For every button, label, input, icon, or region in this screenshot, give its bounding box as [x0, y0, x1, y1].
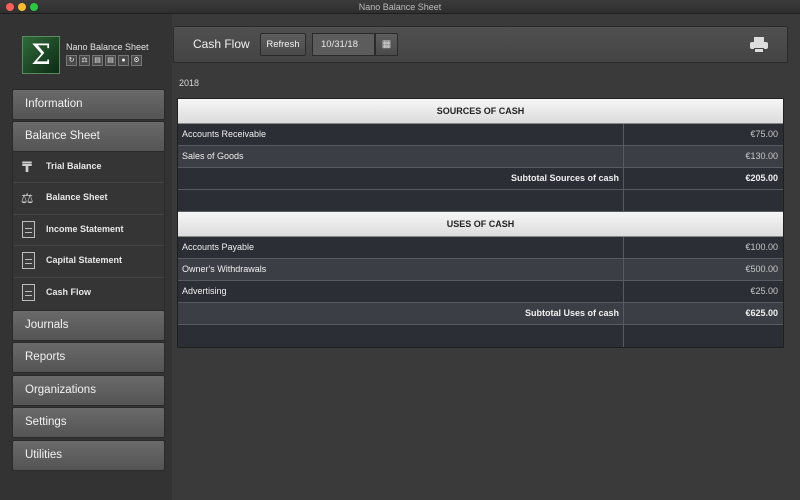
- table-row: Advertising €25.00: [178, 281, 783, 303]
- window-title: Nano Balance Sheet: [358, 2, 442, 12]
- document-icon: [22, 283, 35, 301]
- sub-item-label: Capital Statement: [46, 255, 123, 266]
- sigma-icon: Σ: [31, 38, 51, 71]
- zoom-window-button[interactable]: [30, 3, 38, 11]
- doc-icon[interactable]: ▤: [92, 55, 103, 66]
- row-amount: €500.00: [745, 264, 778, 274]
- nav-balance-sheet[interactable]: Balance Sheet: [12, 121, 165, 152]
- cash-flow-table: SOURCES OF CASH Accounts Receivable €75.…: [177, 98, 784, 348]
- nav-reports[interactable]: Reports: [12, 342, 165, 373]
- row-amount: €100.00: [745, 242, 778, 252]
- sub-item-label: Balance Sheet: [46, 192, 108, 203]
- subtotal-amount: €205.00: [745, 173, 778, 183]
- app-name: Nano Balance Sheet: [66, 42, 149, 52]
- date-field[interactable]: [312, 33, 375, 56]
- sub-item-label: Trial Balance: [46, 161, 102, 171]
- row-label: Advertising: [178, 281, 624, 302]
- nav-utilities[interactable]: Utilities: [12, 440, 165, 471]
- nav-settings[interactable]: Settings: [12, 407, 165, 438]
- report-year: 2018: [179, 78, 200, 88]
- subtotal-label: Subtotal Uses of cash: [178, 303, 624, 324]
- row-amount: €130.00: [745, 151, 778, 161]
- table-row: Sales of Goods €130.00: [178, 146, 783, 168]
- close-window-button[interactable]: [6, 3, 14, 11]
- page-title: Cash Flow: [193, 37, 250, 51]
- refresh-button[interactable]: Refresh: [260, 33, 306, 56]
- sidebar: Σ Nano Balance Sheet ↻ ⚖ ▤ ▤ ● ⚙ Informa…: [0, 14, 172, 500]
- row-label: Sales of Goods: [178, 146, 624, 167]
- sub-item-capital-statement[interactable]: Capital Statement: [13, 246, 164, 278]
- calendar-icon[interactable]: ▦: [375, 33, 398, 56]
- minimize-window-button[interactable]: [18, 3, 26, 11]
- title-bar: Nano Balance Sheet: [0, 0, 800, 14]
- nav-information[interactable]: Information: [12, 89, 165, 120]
- table-row: Owner's Withdrawals €500.00: [178, 259, 783, 281]
- spacer-row: [178, 325, 783, 347]
- spacer-row: [178, 190, 783, 212]
- nav-organizations[interactable]: Organizations: [12, 375, 165, 406]
- nav-journals[interactable]: Journals: [12, 310, 165, 341]
- table-row: Accounts Receivable €75.00: [178, 124, 783, 146]
- doc-icon[interactable]: ▤: [105, 55, 116, 66]
- sub-item-balance-sheet[interactable]: ⚖ Balance Sheet: [13, 183, 164, 215]
- sources-header: SOURCES OF CASH: [178, 99, 783, 124]
- gears-icon[interactable]: ⚙: [131, 55, 142, 66]
- print-icon[interactable]: [750, 37, 768, 53]
- subtotal-row: Subtotal Sources of cash €205.00: [178, 168, 783, 190]
- scale-icon: ⚖: [20, 190, 34, 207]
- uses-header: USES OF CASH: [178, 212, 783, 237]
- sub-item-label: Cash Flow: [46, 286, 92, 297]
- mini-toolbar: ↻ ⚖ ▤ ▤ ● ⚙: [66, 55, 142, 66]
- app-logo-icon: Σ: [22, 36, 60, 74]
- users-icon[interactable]: ●: [118, 55, 129, 66]
- table-row: Accounts Payable €100.00: [178, 237, 783, 259]
- subtotal-amount: €625.00: [745, 308, 778, 318]
- balance-sheet-submenu: ₸ Trial Balance ⚖ Balance Sheet Income S…: [12, 152, 165, 310]
- tenge-icon: ₸: [22, 159, 32, 175]
- sub-item-trial-balance[interactable]: ₸ Trial Balance: [13, 152, 164, 184]
- sub-item-income-statement[interactable]: Income Statement: [13, 215, 164, 247]
- document-icon: [22, 220, 35, 238]
- balance-icon[interactable]: ⚖: [79, 55, 90, 66]
- row-label: Accounts Payable: [178, 237, 624, 258]
- row-amount: €75.00: [750, 129, 778, 139]
- document-icon: [22, 252, 35, 270]
- report-toolbar: Cash Flow Refresh ▦: [173, 26, 788, 63]
- sub-item-label: Income Statement: [46, 223, 124, 234]
- subtotal-row: Subtotal Uses of cash €625.00: [178, 303, 783, 325]
- row-label: Owner's Withdrawals: [178, 259, 624, 280]
- row-label: Accounts Receivable: [178, 124, 624, 145]
- subtotal-label: Subtotal Sources of cash: [178, 168, 624, 189]
- refresh-icon[interactable]: ↻: [66, 55, 77, 66]
- sub-item-cash-flow[interactable]: Cash Flow: [13, 278, 164, 309]
- row-amount: €25.00: [750, 286, 778, 296]
